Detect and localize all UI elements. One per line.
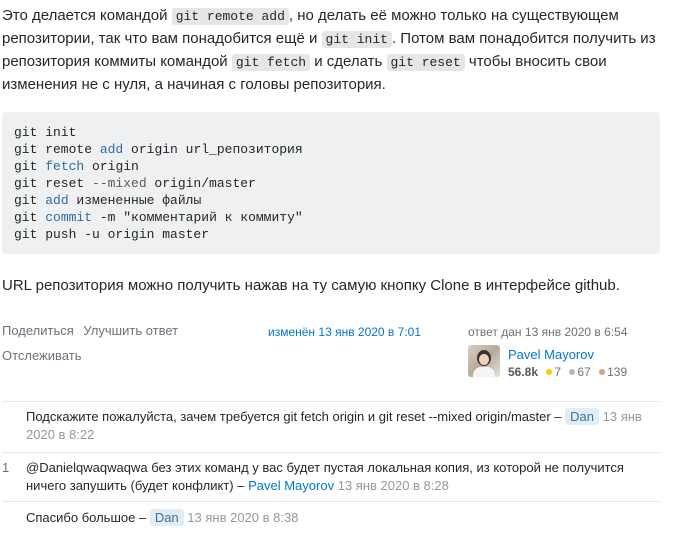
- code-token: измененные файлы: [68, 193, 202, 208]
- answer-text: и сделать: [310, 53, 387, 70]
- code-block[interactable]: git init git remote add origin url_репоз…: [2, 112, 660, 254]
- silver-badge-count: 67: [577, 365, 591, 379]
- comment-user-link[interactable]: Dan: [149, 509, 184, 526]
- user-name-link[interactable]: Pavel Mayorov: [508, 347, 594, 362]
- comment-body: Подскажите пожалуйста, зачем требуется g…: [26, 408, 660, 444]
- code-keyword: commit: [45, 210, 93, 225]
- gold-badge-count: 7: [554, 365, 562, 379]
- comment-text: Подскажите пожалуйста, зачем требуется g…: [26, 409, 566, 424]
- avatar-shirt: [473, 367, 495, 377]
- inline-code-git-fetch: git fetch: [231, 54, 311, 71]
- comment: Подскажите пожалуйста, зачем требуется g…: [2, 401, 660, 452]
- code-line: git init: [14, 125, 77, 140]
- bronze-badge-icon: [599, 369, 606, 376]
- inline-code-git-remote-add: git remote add: [171, 8, 289, 25]
- edited-timestamp-link[interactable]: изменён 13 янв 2020 в 7:01: [268, 325, 421, 339]
- answered-timestamp: ответ дан 13 янв 2020 в 6:54: [468, 325, 628, 339]
- comment-user-link[interactable]: Pavel Mayorov: [248, 478, 334, 493]
- comment-text: Спасибо большое –: [26, 510, 150, 525]
- code-keyword: add: [45, 193, 69, 208]
- comment: Спасибо большое – Dan 13 янв 2020 в 8:38: [2, 501, 660, 539]
- comment-body: Спасибо большое – Dan 13 янв 2020 в 8:38: [26, 509, 660, 527]
- share-link[interactable]: Поделиться: [2, 323, 74, 338]
- reputation-score: 56.8k: [508, 365, 539, 379]
- answer-text: Это делается командой: [2, 7, 172, 24]
- avatar-face: [479, 354, 489, 365]
- code-token: git remote: [14, 142, 100, 157]
- code-block-content: git init git remote add origin url_репоз…: [2, 112, 660, 243]
- code-string: "комментарий к коммиту": [123, 210, 303, 225]
- comments-list: Подскажите пожалуйста, зачем требуется g…: [2, 401, 660, 539]
- bronze-badge-count: 139: [607, 365, 628, 379]
- answer-paragraph-2: URL репозитория можно получить нажав на …: [2, 277, 620, 294]
- code-line: git push -u origin master: [14, 227, 210, 242]
- answer-container: Это делается командой git remote add, но…: [0, 0, 689, 536]
- user-reputation: 56.8k 7 67 139: [508, 365, 627, 379]
- code-token: -m: [92, 210, 124, 225]
- inline-code-git-init: git init: [321, 31, 392, 48]
- code-token: git: [14, 193, 46, 208]
- code-option: --mixed: [92, 176, 147, 191]
- comment-user-link[interactable]: Dan: [565, 408, 600, 425]
- code-keyword: add: [99, 142, 124, 157]
- code-token: git: [14, 210, 46, 225]
- code-token: git reset: [14, 176, 93, 191]
- code-keyword: fetch: [45, 159, 85, 174]
- comment-date[interactable]: 13 янв 2020 в 8:28: [338, 478, 449, 493]
- comment: 1 @Danielqwaqwaqwa без этих команд у вас…: [2, 452, 660, 501]
- inline-code-git-reset: git reset: [386, 54, 465, 71]
- comment-body: @Danielqwaqwaqwa без этих команд у вас б…: [26, 459, 660, 495]
- code-token: origin: [84, 159, 139, 174]
- follow-button[interactable]: Отслеживать: [2, 348, 81, 363]
- code-token: origin url_репозитория: [123, 142, 303, 157]
- comment-score: 1: [2, 460, 10, 475]
- gold-badge-icon: [546, 369, 553, 376]
- code-token: git: [14, 159, 46, 174]
- answer-paragraph-1: Это делается командой git remote add, но…: [2, 5, 662, 96]
- user-avatar[interactable]: [468, 345, 500, 377]
- post-menu: Поделиться Улучшить ответ: [2, 323, 184, 338]
- comment-date[interactable]: 13 янв 2020 в 8:38: [187, 510, 298, 525]
- improve-answer-link[interactable]: Улучшить ответ: [83, 323, 178, 338]
- silver-badge-icon: [569, 369, 576, 376]
- code-token: origin/master: [146, 176, 256, 191]
